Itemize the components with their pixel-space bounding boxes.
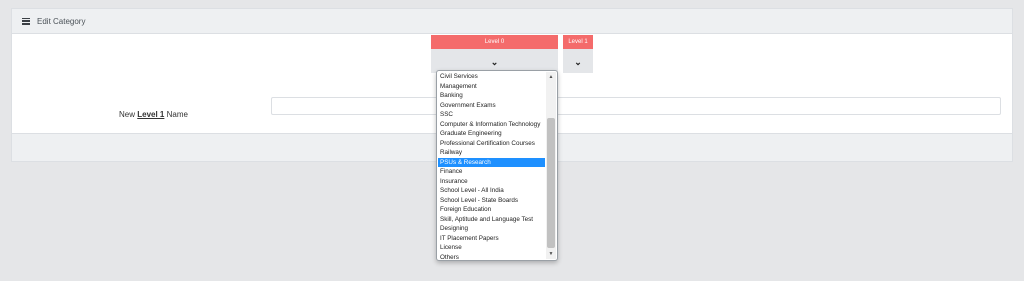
dropdown-option[interactable]: School Level - State Boards	[438, 196, 545, 206]
dropdown-option[interactable]: Designing	[438, 224, 545, 234]
dropdown-options: Civil Services Management Banking Governmen…	[438, 72, 545, 261]
dropdown-scrollbar[interactable]: ▲ ▼	[546, 72, 556, 259]
dropdown-option[interactable]: Finance	[438, 167, 545, 177]
chevron-down-icon[interactable]: ⌄	[491, 58, 499, 67]
label-suffix: Name	[166, 110, 188, 119]
level-1-select[interactable]: ⌄	[563, 49, 593, 73]
level-0-header: Level 0	[431, 35, 558, 49]
level-0-dropdown-list[interactable]: Civil Services Management Banking Governmen…	[436, 70, 558, 261]
dropdown-option[interactable]: Insurance	[438, 177, 545, 187]
level-name-input[interactable]	[271, 97, 1001, 115]
level-1-tab[interactable]: Level 1 ⌄	[563, 35, 593, 73]
dropdown-option[interactable]: Civil Services	[438, 72, 545, 82]
chevron-down-icon[interactable]: ⌄	[574, 58, 582, 67]
level-0-tab[interactable]: Level 0 ⌄	[431, 35, 558, 73]
new-level-name-label: New Level 1 Name	[119, 110, 188, 119]
dropdown-option[interactable]: License	[438, 243, 545, 253]
dropdown-option[interactable]: Others	[438, 253, 545, 261]
panel-header: Edit Category	[12, 9, 1012, 34]
dropdown-option[interactable]: Government Exams	[438, 101, 545, 111]
dropdown-option[interactable]: Graduate Engineering	[438, 129, 545, 139]
label-prefix: New	[119, 110, 136, 119]
panel-title: Edit Category	[37, 16, 86, 26]
dropdown-option[interactable]: Foreign Education	[438, 205, 545, 215]
dropdown-option[interactable]: Management	[438, 82, 545, 92]
dropdown-option[interactable]: SSC	[438, 110, 545, 120]
dropdown-option[interactable]: Professional Certification Courses	[438, 139, 545, 149]
scroll-up-arrow-icon[interactable]: ▲	[546, 74, 556, 80]
scrollbar-thumb[interactable]	[547, 118, 555, 248]
dropdown-option[interactable]: IT Placement Papers	[438, 234, 545, 244]
dropdown-option[interactable]: Computer & Information Technology	[438, 120, 545, 130]
dropdown-option[interactable]: Banking	[438, 91, 545, 101]
dropdown-option[interactable]: PSUs & Research	[438, 157, 545, 167]
label-level: Level 1	[137, 110, 165, 119]
hamburger-icon	[22, 17, 30, 25]
dropdown-option[interactable]: Skill, Aptitude and Language Test	[438, 215, 545, 225]
dropdown-option[interactable]: School Level - All India	[438, 186, 545, 196]
dropdown-option[interactable]: Railway	[438, 148, 545, 158]
scroll-down-arrow-icon[interactable]: ▼	[546, 251, 556, 257]
level-1-header: Level 1	[563, 35, 593, 49]
